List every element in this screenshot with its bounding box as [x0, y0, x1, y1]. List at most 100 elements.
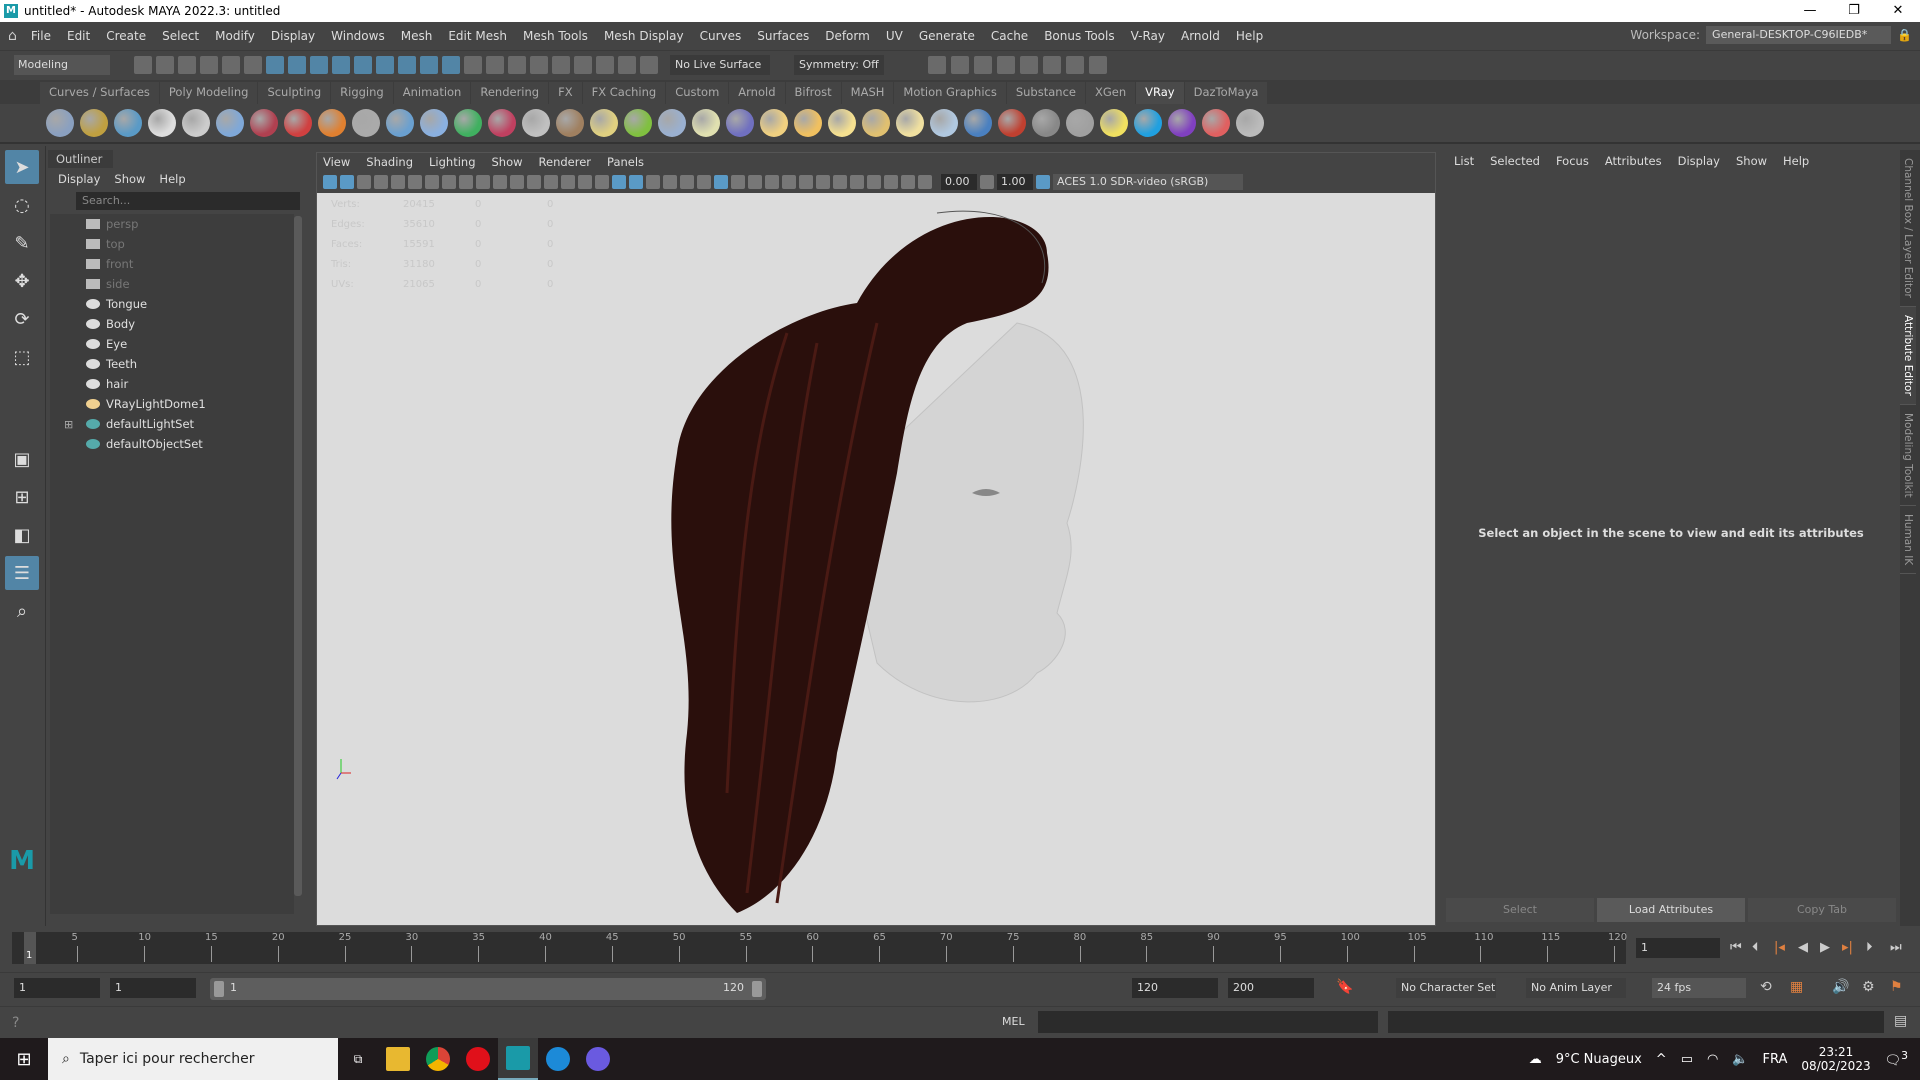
status-tool-icon[interactable]: [530, 55, 548, 74]
outliner-item-tongue[interactable]: Tongue: [50, 294, 294, 314]
menu-arnold[interactable]: Arnold: [1173, 29, 1228, 43]
cache-playback-icon[interactable]: ▦: [1790, 979, 1803, 995]
ccleaner-icon[interactable]: [538, 1038, 578, 1080]
viewport-tool-icon[interactable]: [357, 175, 371, 189]
shelf-tab-arnold[interactable]: Arnold: [729, 82, 785, 104]
viewport-tool-icon[interactable]: [680, 175, 694, 189]
shelf-tool-icon[interactable]: [1066, 109, 1094, 137]
current-frame-field[interactable]: 1: [1636, 938, 1720, 958]
shelf-tool-icon[interactable]: [80, 109, 108, 137]
animation-start-field[interactable]: 1: [14, 978, 100, 998]
step-back-key-button[interactable]: ⏴: [1752, 940, 1759, 955]
task-view-icon[interactable]: ⧉: [338, 1038, 378, 1080]
status-tool-icon[interactable]: [266, 55, 284, 74]
shelf-tab-bifrost[interactable]: Bifrost: [785, 82, 841, 104]
shelf-tool-icon[interactable]: [828, 109, 856, 137]
command-language-label[interactable]: MEL: [1002, 1015, 1025, 1028]
viewport-tool-icon[interactable]: [493, 175, 507, 189]
viewport-tool-icon[interactable]: [782, 175, 796, 189]
viewport-tool-icon[interactable]: [544, 175, 558, 189]
time-slider-track[interactable]: 1 5 10 15 20 25 30 35 40 45 50 55 60 65 70 75 80 85 90 95 1…: [12, 932, 1627, 964]
side-tab-human-ik[interactable]: Human IK: [1900, 506, 1916, 575]
viewport-tool-icon[interactable]: [408, 175, 422, 189]
close-button[interactable]: ✕: [1876, 0, 1920, 22]
lighting-editor-icon[interactable]: [1066, 55, 1084, 74]
menu-modify[interactable]: Modify: [207, 29, 263, 43]
play-backwards-button[interactable]: ◀: [1798, 940, 1808, 955]
menu-v-ray[interactable]: V-Ray: [1123, 29, 1173, 43]
viewport-menu-shading[interactable]: Shading: [366, 155, 413, 170]
outliner-menu-display[interactable]: Display: [58, 172, 100, 186]
script-editor-icon[interactable]: ▤: [1894, 1013, 1907, 1029]
outliner-item-defaultobjectset[interactable]: defaultObjectSet: [50, 434, 294, 454]
clock[interactable]: 23:21 08/02/2023: [1801, 1045, 1870, 1073]
shelf-tool-icon[interactable]: [692, 109, 720, 137]
status-tool-icon[interactable]: [618, 55, 636, 74]
shelf-tool-icon[interactable]: [1168, 109, 1196, 137]
status-tool-icon[interactable]: [178, 55, 196, 74]
shelf-tab-mash[interactable]: MASH: [841, 82, 894, 104]
viewport-tool-icon[interactable]: [561, 175, 575, 189]
shelf-tool-icon[interactable]: [1100, 109, 1128, 137]
volume-icon[interactable]: 🔈: [1732, 1052, 1748, 1067]
outliner-menu-help[interactable]: Help: [159, 172, 185, 186]
move-tool-icon[interactable]: ✥: [5, 264, 39, 298]
shelf-tool-icon[interactable]: [352, 109, 380, 137]
render-frame-icon[interactable]: [951, 55, 969, 74]
status-tool-icon[interactable]: [552, 55, 570, 74]
viewport-tool-icon[interactable]: [697, 175, 711, 189]
shelf-tool-icon[interactable]: [454, 109, 482, 137]
shelf-tool-icon[interactable]: [862, 109, 890, 137]
attribute-menu-focus[interactable]: Focus: [1556, 154, 1589, 168]
sound-icon[interactable]: 🔊: [1832, 979, 1849, 995]
render-setup-icon[interactable]: [1043, 55, 1061, 74]
viewport-tool-icon[interactable]: [816, 175, 830, 189]
status-tool-icon[interactable]: [244, 55, 262, 74]
shelf-tab-custom[interactable]: Custom: [666, 82, 729, 104]
menu-windows[interactable]: Windows: [323, 29, 393, 43]
maya-taskbar-icon[interactable]: [498, 1038, 538, 1080]
shelf-tool-icon[interactable]: [1032, 109, 1060, 137]
viewport-tool-icon[interactable]: [918, 175, 932, 189]
viewport-tool-icon[interactable]: [425, 175, 439, 189]
viewport-menu-panels[interactable]: Panels: [607, 155, 644, 170]
menu-file[interactable]: File: [23, 29, 59, 43]
fps-dropdown[interactable]: 24 fps: [1652, 978, 1746, 998]
shelf-tool-icon[interactable]: [1202, 109, 1230, 137]
attribute-menu-list[interactable]: List: [1454, 154, 1474, 168]
gamma-icon[interactable]: [980, 175, 994, 189]
file-explorer-icon[interactable]: [378, 1038, 418, 1080]
menu-select[interactable]: Select: [154, 29, 207, 43]
character-set-dropdown[interactable]: No Character Set: [1396, 978, 1496, 998]
lasso-tool-icon[interactable]: ◌: [5, 188, 39, 222]
load-attributes-button[interactable]: Load Attributes: [1597, 898, 1745, 922]
help-icon[interactable]: ?: [12, 1015, 19, 1031]
status-tool-icon[interactable]: [508, 55, 526, 74]
ipr-render-icon[interactable]: [974, 55, 992, 74]
outliner-item-eye[interactable]: Eye: [50, 334, 294, 354]
shelf-tool-icon[interactable]: [964, 109, 992, 137]
status-tool-icon[interactable]: [156, 55, 174, 74]
shelf-tool-icon[interactable]: [760, 109, 788, 137]
viewport-tool-icon[interactable]: [340, 175, 354, 189]
animation-end-field[interactable]: 200: [1228, 978, 1314, 998]
maximize-button[interactable]: ❐: [1832, 0, 1876, 22]
shelf-tool-icon[interactable]: [1134, 109, 1162, 137]
side-tab-attribute-editor[interactable]: Attribute Editor: [1900, 306, 1916, 405]
menu-mesh-display[interactable]: Mesh Display: [596, 29, 692, 43]
shelf-tab-daztomaya[interactable]: DazToMaya: [1184, 82, 1268, 104]
four-view-layout-icon[interactable]: ⊞: [5, 480, 39, 514]
shelf-tool-icon[interactable]: [658, 109, 686, 137]
loop-icon[interactable]: ⟲: [1760, 979, 1772, 995]
shelf-tab-poly-modeling[interactable]: Poly Modeling: [159, 82, 258, 104]
menu-surfaces[interactable]: Surfaces: [749, 29, 817, 43]
outliner-search-input[interactable]: Search...: [76, 192, 300, 210]
select-button[interactable]: Select: [1446, 898, 1594, 922]
status-tool-icon[interactable]: [332, 55, 350, 74]
menu-help[interactable]: Help: [1228, 29, 1271, 43]
status-tool-icon[interactable]: [200, 55, 218, 74]
viewport-tool-icon[interactable]: [850, 175, 864, 189]
copy-tab-button[interactable]: Copy Tab: [1748, 898, 1896, 922]
paint-select-tool-icon[interactable]: ✎: [5, 226, 39, 260]
menu-create[interactable]: Create: [98, 29, 154, 43]
